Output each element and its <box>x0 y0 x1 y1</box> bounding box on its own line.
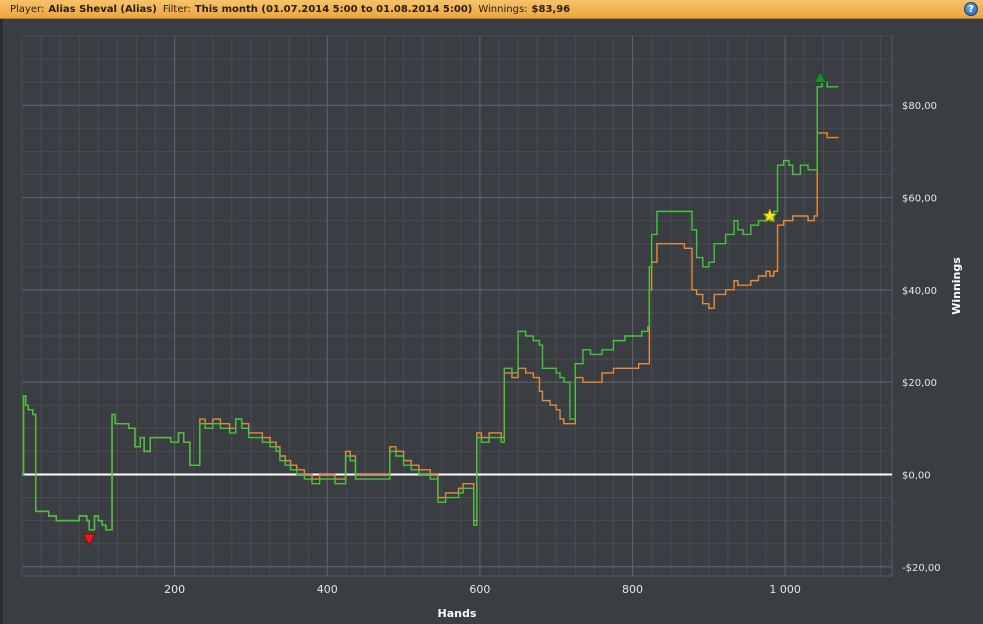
x-axis-title: Hands <box>438 607 477 620</box>
x-tick-label: 800 <box>622 583 643 596</box>
x-tick-label: 200 <box>164 583 185 596</box>
x-tick-label: 600 <box>469 583 490 596</box>
y-tick-label: $80,00 <box>902 101 937 112</box>
y-tick-label: -$20,00 <box>902 563 941 574</box>
y-tick-label: $60,00 <box>902 194 937 205</box>
x-tick-label: 1 000 <box>769 583 801 596</box>
y-tick-label: $0,00 <box>902 470 931 481</box>
y-tick-label: $20,00 <box>902 378 937 389</box>
winnings-chart: 200 400 600 800 1 000 -$20,00 $0,00 $20,00 $40,0… <box>21 35 963 620</box>
y-tick-label: $40,00 <box>902 286 937 297</box>
x-tick-label: 400 <box>317 583 338 596</box>
plot-area <box>21 35 893 577</box>
y-axis-title: Winnings <box>950 257 963 315</box>
